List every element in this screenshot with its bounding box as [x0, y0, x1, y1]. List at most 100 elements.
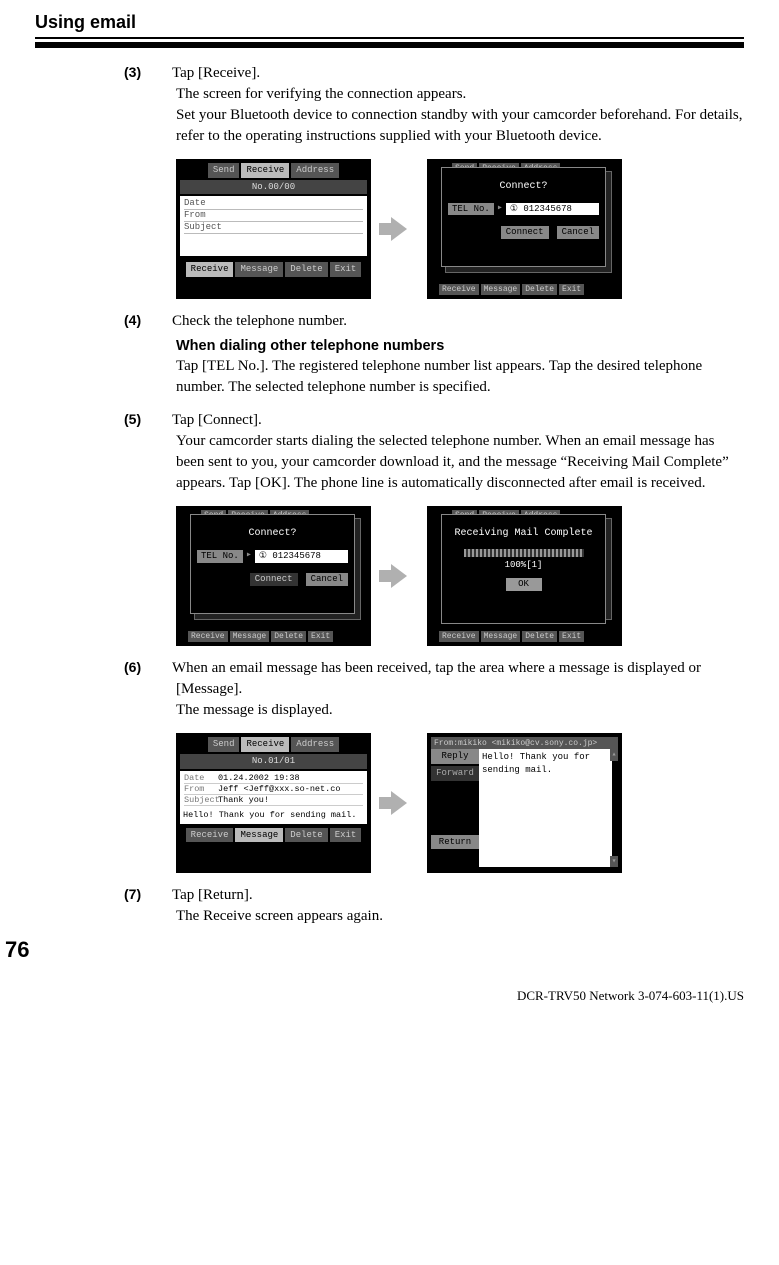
- cancel-button[interactable]: Cancel: [557, 226, 599, 239]
- delete-button: Delete: [522, 631, 557, 642]
- step-6: (6)When an email message has been receiv…: [150, 658, 744, 873]
- counter-label: No.00/00: [180, 180, 367, 195]
- screenshot-row: Send Receive Address No.00/00 Date From …: [176, 159, 744, 299]
- step-4: (4)Check the telephone number. When dial…: [150, 311, 744, 398]
- screen-inbox-filled: Send Receive Address No.01/01 Date01.24.…: [176, 733, 371, 873]
- label-from: From: [184, 784, 218, 794]
- message-body: Hello! Thank you for sending mail.: [479, 749, 612, 867]
- exit-button[interactable]: Exit: [330, 262, 362, 277]
- step-text: Tap [TEL No.]. The registered telephone …: [176, 356, 744, 398]
- step-text: The message is displayed.: [176, 700, 744, 721]
- exit-button: Exit: [559, 284, 584, 295]
- step-3: (3)Tap [Receive]. The screen for verifyi…: [150, 63, 744, 299]
- screenshot-row: Send Receive Address Receive Message Del…: [176, 506, 744, 646]
- receive-button[interactable]: Receive: [186, 828, 234, 843]
- message-button: Message: [481, 284, 521, 295]
- tab-send[interactable]: Send: [208, 737, 240, 752]
- tel-no-button[interactable]: TEL No.: [448, 203, 494, 216]
- connect-button[interactable]: Connect: [501, 226, 549, 239]
- reply-button[interactable]: Reply: [431, 749, 479, 764]
- screen-connect-dialog: Send Receive Address Receive Message Del…: [427, 159, 622, 299]
- value-from: Jeff <Jeff@xxx.so-net.co: [218, 784, 340, 794]
- content-area: (3)Tap [Receive]. The screen for verifyi…: [150, 63, 744, 927]
- step-subheading: When dialing other telephone numbers: [176, 336, 744, 356]
- delete-button: Delete: [271, 631, 306, 642]
- progress-percent: 100%[1]: [448, 559, 599, 572]
- list-header-from: From: [184, 210, 363, 222]
- label-date: Date: [184, 773, 218, 783]
- step-text: Tap [Return].: [172, 887, 253, 903]
- message-list[interactable]: Date From Subject: [180, 196, 367, 256]
- screen-receive-list: Send Receive Address No.00/00 Date From …: [176, 159, 371, 299]
- tel-number-field: ① 012345678: [255, 550, 348, 563]
- step-number: (4): [150, 311, 172, 331]
- tab-address[interactable]: Address: [291, 163, 339, 178]
- exit-button: Exit: [308, 631, 333, 642]
- footer-text: DCR-TRV50 Network 3-074-603-11(1).US: [35, 987, 744, 1005]
- message-button: Message: [481, 631, 521, 642]
- receive-button: Receive: [439, 284, 479, 295]
- step-5: (5)Tap [Connect]. Your camcorder starts …: [150, 410, 744, 646]
- dialog-title: Connect?: [448, 180, 599, 194]
- delete-button: Delete: [522, 284, 557, 295]
- dialog-title: Connect?: [197, 527, 348, 541]
- page-title: Using email: [35, 10, 744, 35]
- progress-title: Receiving Mail Complete: [448, 527, 599, 541]
- rule-thin: [35, 37, 744, 39]
- step-text: When an email message has been received,…: [172, 660, 701, 697]
- screenshot-row: Send Receive Address No.01/01 Date01.24.…: [176, 733, 744, 873]
- message-preview[interactable]: Hello! Thank you for sending mail.: [180, 808, 367, 824]
- connect-button[interactable]: Connect: [250, 573, 298, 586]
- arrow-right-icon: [391, 217, 407, 241]
- screen-connect-dialog: Send Receive Address Receive Message Del…: [176, 506, 371, 646]
- delete-button[interactable]: Delete: [285, 262, 327, 277]
- connect-dialog: Connect? TEL No. ▸ ① 012345678 Connect C…: [190, 514, 355, 614]
- connect-dialog: Connect? TEL No. ▸ ① 012345678 Connect C…: [441, 167, 606, 267]
- progress-dialog: Receiving Mail Complete 100%[1] OK: [441, 514, 606, 624]
- message-list[interactable]: Date01.24.2002 19:38 FromJeff <Jeff@xxx.…: [180, 771, 367, 808]
- step-text: The Receive screen appears again.: [176, 906, 744, 927]
- tab-send[interactable]: Send: [208, 163, 240, 178]
- step-number: (3): [150, 63, 172, 83]
- forward-button[interactable]: Forward: [431, 766, 479, 781]
- step-text: Tap [Connect].: [172, 412, 262, 428]
- step-number: (5): [150, 410, 172, 430]
- step-text: Set your Bluetooth device to connection …: [176, 105, 744, 147]
- return-button[interactable]: Return: [431, 835, 479, 850]
- exit-button: Exit: [559, 631, 584, 642]
- screen-receive-complete: Send Receive Address Receive Message Del…: [427, 506, 622, 646]
- rule-thick: [35, 42, 744, 48]
- tab-receive[interactable]: Receive: [241, 163, 289, 178]
- message-button: Message: [230, 631, 270, 642]
- ok-button[interactable]: OK: [506, 578, 542, 591]
- chevron-right-icon: ▸: [497, 202, 503, 216]
- counter-label: No.01/01: [180, 754, 367, 769]
- progress-bar: [464, 549, 584, 557]
- exit-button[interactable]: Exit: [330, 828, 362, 843]
- tab-address[interactable]: Address: [291, 737, 339, 752]
- message-button[interactable]: Message: [235, 262, 283, 277]
- step-number: (6): [150, 658, 172, 678]
- scroll-up-icon[interactable]: ▴: [610, 749, 618, 760]
- tel-number-field: ① 012345678: [506, 203, 599, 216]
- step-text: Tap [Receive].: [172, 65, 260, 81]
- message-button[interactable]: Message: [235, 828, 283, 843]
- step-text: The screen for verifying the connection …: [176, 84, 744, 105]
- chevron-right-icon: ▸: [246, 549, 252, 563]
- receive-button: Receive: [188, 631, 228, 642]
- receive-button: Receive: [439, 631, 479, 642]
- step-7: (7)Tap [Return]. The Receive screen appe…: [150, 885, 744, 927]
- arrow-right-icon: [391, 791, 407, 815]
- receive-button[interactable]: Receive: [186, 262, 234, 277]
- tab-receive[interactable]: Receive: [241, 737, 289, 752]
- list-header-subject: Subject: [184, 222, 363, 234]
- arrow-right-icon: [391, 564, 407, 588]
- cancel-button[interactable]: Cancel: [306, 573, 348, 586]
- list-header-date: Date: [184, 198, 363, 210]
- delete-button[interactable]: Delete: [285, 828, 327, 843]
- scroll-down-icon[interactable]: ▾: [610, 856, 618, 867]
- tel-no-button[interactable]: TEL No.: [197, 550, 243, 563]
- step-text: Check the telephone number.: [172, 313, 347, 329]
- value-date: 01.24.2002 19:38: [218, 773, 300, 783]
- step-number: (7): [150, 885, 172, 905]
